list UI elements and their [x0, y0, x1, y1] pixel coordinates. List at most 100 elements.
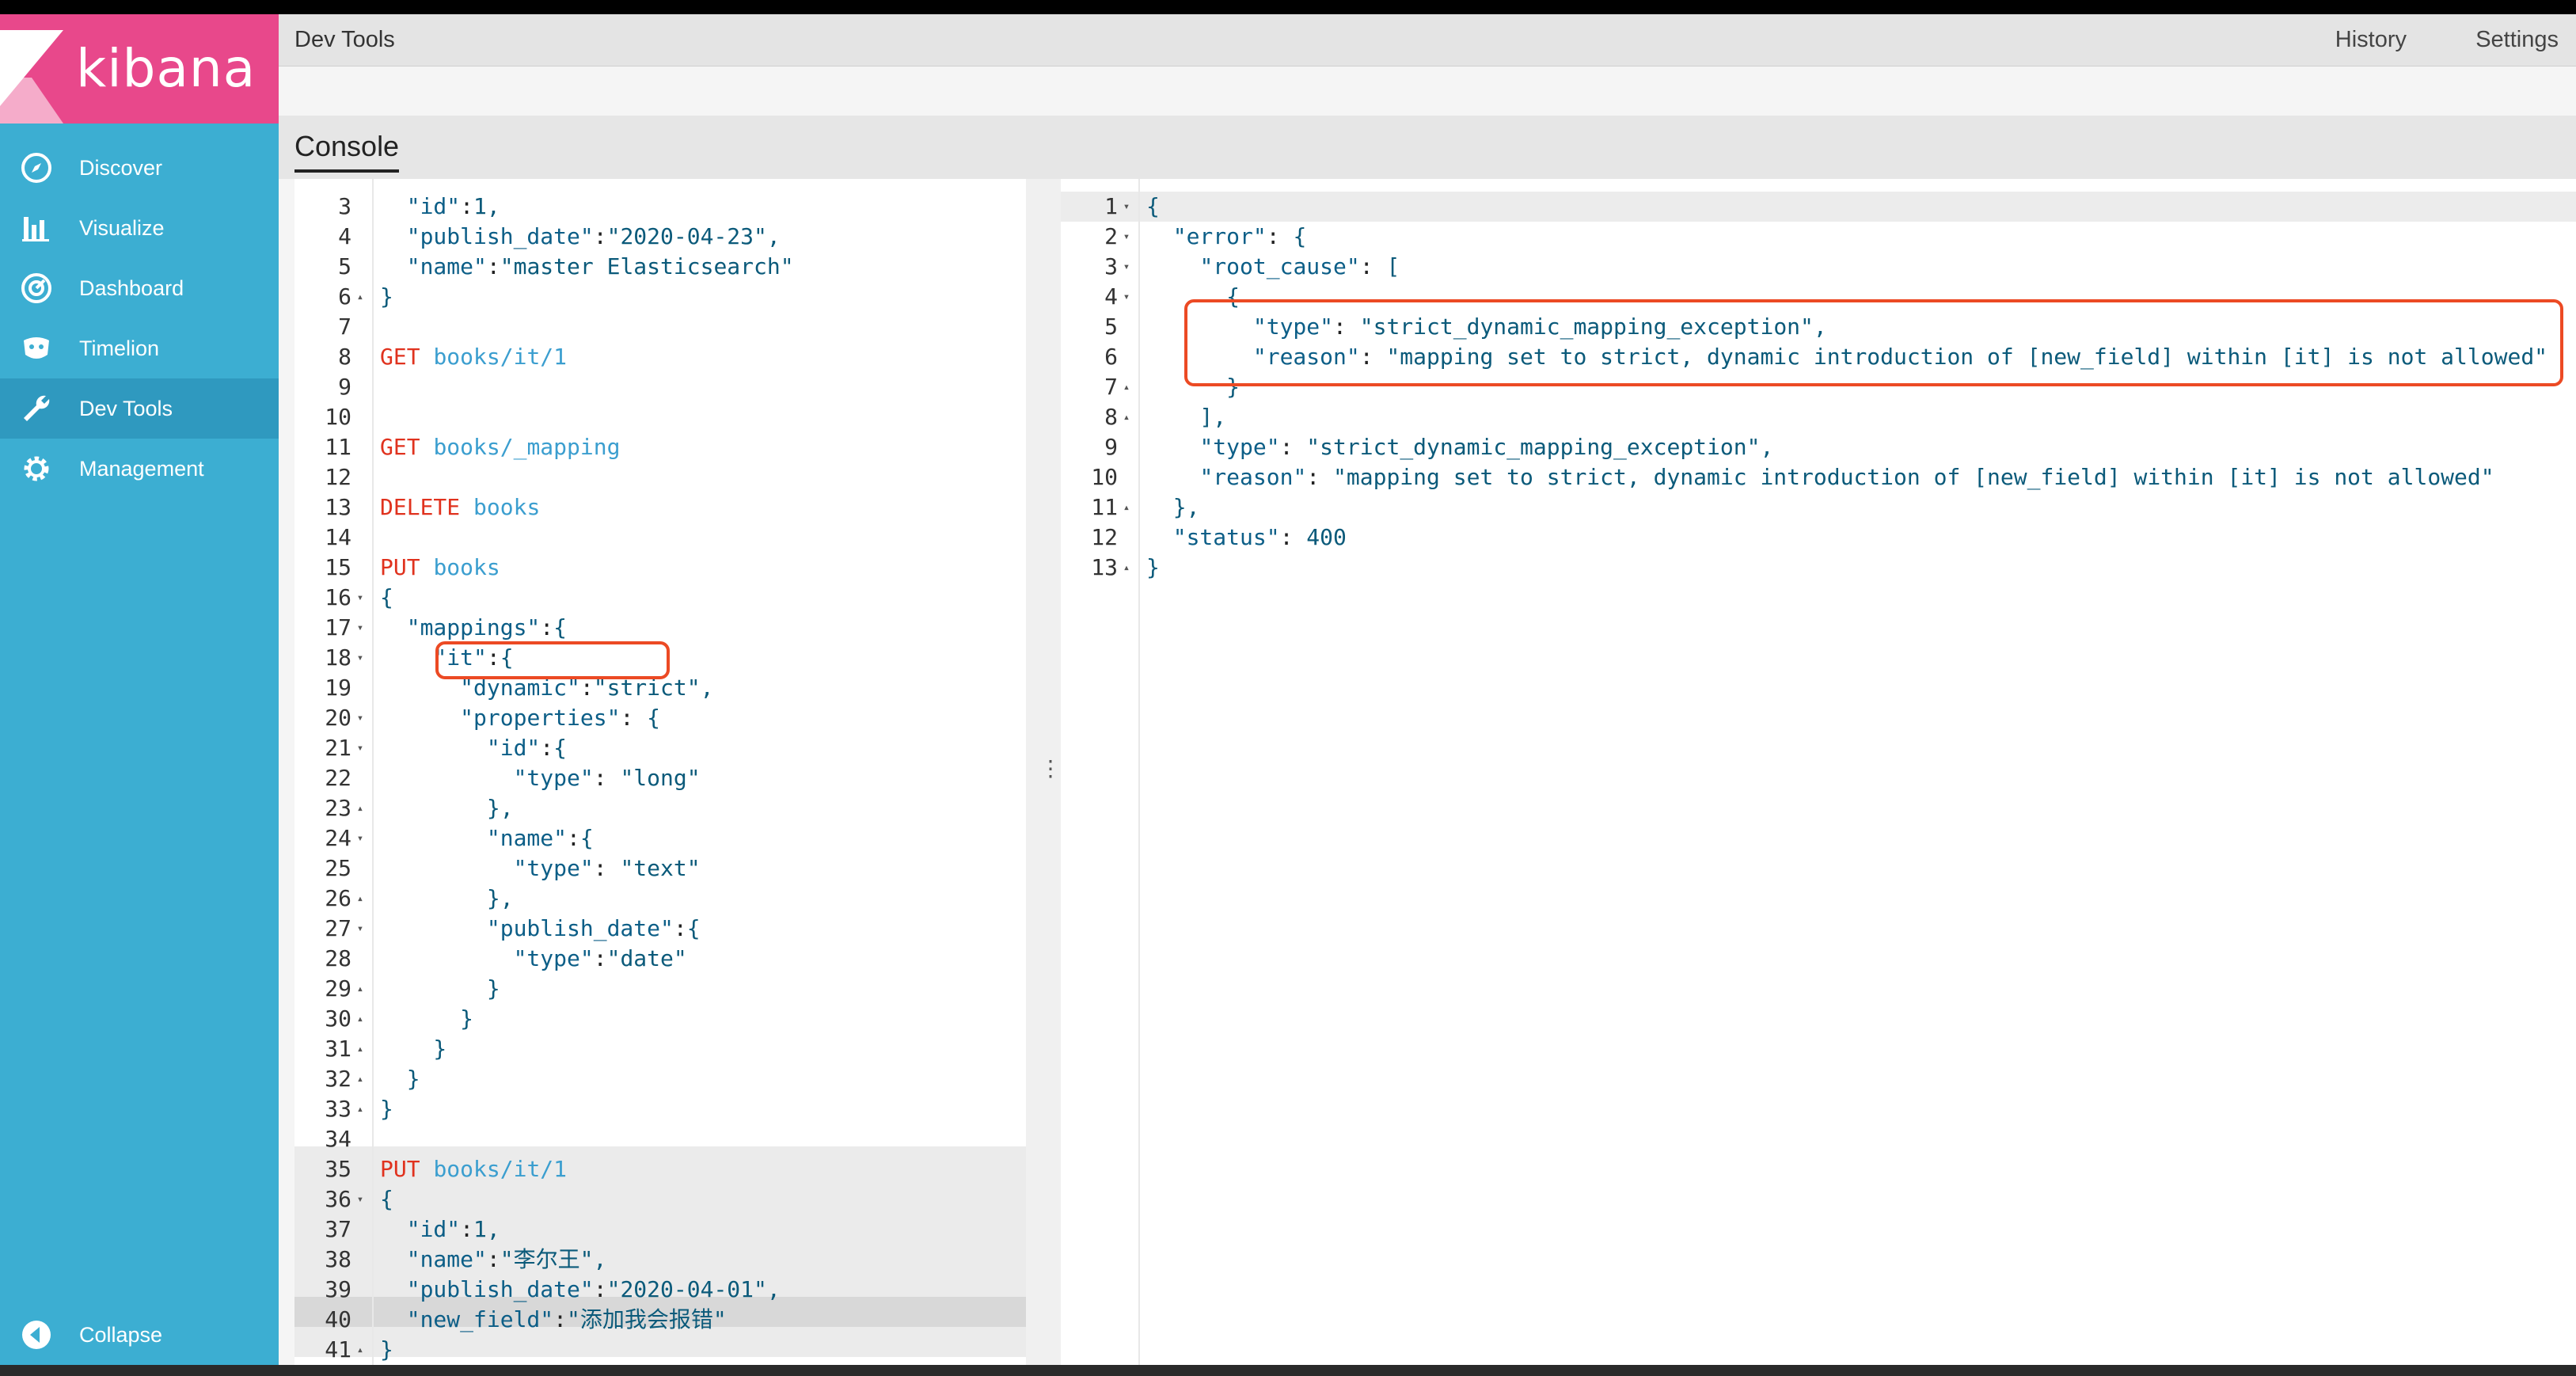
- fold-toggle-icon[interactable]: ▴: [353, 1004, 367, 1034]
- request_editor-line[interactable]: 32 ▴ }: [294, 1064, 1026, 1094]
- fold-toggle-icon[interactable]: ▾: [353, 733, 367, 763]
- line-number: 29: [325, 975, 351, 1002]
- pane-resize-handle[interactable]: ⋮: [1026, 179, 1062, 1365]
- request_editor-line[interactable]: 7: [294, 312, 1026, 342]
- sidebar-item-dashboard[interactable]: Dashboard: [0, 258, 279, 318]
- request_editor-line[interactable]: 35 PUT books/it/1: [294, 1154, 1026, 1184]
- fold-toggle-icon[interactable]: ▾: [353, 583, 367, 613]
- request_editor-line[interactable]: 34: [294, 1124, 1026, 1154]
- fold-toggle-icon[interactable]: ▾: [1119, 192, 1134, 222]
- sidebar-item-visualize[interactable]: Visualize: [0, 198, 279, 258]
- request_editor-line[interactable]: 33 ▴}: [294, 1094, 1026, 1124]
- request_editor-line[interactable]: 8 GET books/it/1: [294, 342, 1026, 372]
- line-number: 27: [325, 915, 351, 941]
- response_editor-line[interactable]: 3 ▾ "root_cause": [: [1061, 252, 2576, 282]
- request_editor-line[interactable]: 9: [294, 372, 1026, 402]
- response_editor-line[interactable]: 12 "status": 400: [1061, 523, 2576, 553]
- fold-toggle-icon[interactable]: ▴: [1119, 492, 1134, 523]
- request_editor-line[interactable]: 26 ▴ },: [294, 884, 1026, 914]
- line-number: 12: [1091, 524, 1118, 550]
- request_editor-line[interactable]: 6 ▴}: [294, 282, 1026, 312]
- settings-link[interactable]: Settings: [2475, 27, 2559, 53]
- request-editor[interactable]: 3 "id":1, 4 "publish_date":"2020-04-23", 5…: [294, 179, 1026, 1365]
- sidebar-item-dev-tools[interactable]: Dev Tools: [0, 378, 279, 439]
- fold-toggle-icon[interactable]: ▴: [353, 1094, 367, 1124]
- response_editor-line[interactable]: 1 ▾ {: [1061, 192, 2576, 222]
- fold-toggle-icon[interactable]: ▴: [1119, 402, 1134, 432]
- request_editor-line[interactable]: 41 ▴}: [294, 1335, 1026, 1365]
- request_editor-line[interactable]: 38 "name":"李尔王",: [294, 1245, 1026, 1275]
- request_editor-line[interactable]: 39 "publish_date":"2020-04-01",: [294, 1275, 1026, 1305]
- sidebar-collapse-button[interactable]: Collapse: [0, 1305, 279, 1365]
- request_editor-line[interactable]: 14: [294, 523, 1026, 553]
- response_editor-line[interactable]: 11 ▴ },: [1061, 492, 2576, 523]
- response_editor-line[interactable]: 9 "type": "strict_dynamic_mapping_except…: [1061, 432, 2576, 462]
- request_editor-line[interactable]: 21 ▾ "id":{: [294, 733, 1026, 763]
- code-text: "type": "strict_dynamic_mapping_exceptio…: [1199, 434, 1774, 460]
- fold-toggle-icon[interactable]: ▴: [353, 1335, 367, 1365]
- request_editor-line[interactable]: 36 ▾ {: [294, 1184, 1026, 1214]
- sidebar-item-management[interactable]: Management: [0, 439, 279, 499]
- fold-toggle-icon[interactable]: ▾: [1119, 222, 1134, 252]
- request_editor-line[interactable]: 24 ▾ "name":{: [294, 823, 1026, 853]
- request_editor-line[interactable]: 37 "id":1,: [294, 1214, 1026, 1245]
- sidebar-item-discover[interactable]: Discover: [0, 138, 279, 198]
- fold-toggle-icon[interactable]: ▴: [353, 1064, 367, 1094]
- request_editor-line[interactable]: 12: [294, 462, 1026, 492]
- request_editor-line[interactable]: 5 "name":"master Elasticsearch": [294, 252, 1026, 282]
- fold-toggle-icon[interactable]: ▾: [353, 613, 367, 643]
- request_editor-line[interactable]: 31 ▴ }: [294, 1034, 1026, 1064]
- response_editor-line[interactable]: 8 ▴ ],: [1061, 402, 2576, 432]
- fold-toggle-icon[interactable]: ▴: [353, 793, 367, 823]
- request_editor-line[interactable]: 3 "id":1,: [294, 192, 1026, 222]
- request_editor-line[interactable]: 20 ▾ "properties": {: [294, 703, 1026, 733]
- request_editor-line[interactable]: 30 ▴ }: [294, 1004, 1026, 1034]
- request_editor-line[interactable]: 23 ▴ },: [294, 793, 1026, 823]
- response-viewer[interactable]: 1 ▾{2 ▾ "error": {3 ▾ "root_cause": [4 ▾ {5 …: [1061, 179, 2576, 1365]
- request_editor-line[interactable]: 27 ▾ "publish_date":{: [294, 914, 1026, 944]
- tab-console[interactable]: Console: [294, 130, 400, 173]
- fold-toggle-icon[interactable]: ▾: [1119, 282, 1134, 312]
- fold-toggle-icon[interactable]: ▾: [353, 643, 367, 673]
- line-number: 8: [338, 344, 351, 370]
- fold-toggle-icon[interactable]: ▾: [353, 1184, 367, 1214]
- fold-toggle-icon[interactable]: ▾: [353, 914, 367, 944]
- request_editor-line[interactable]: 11 GET books/_mapping: [294, 432, 1026, 462]
- fold-toggle-icon[interactable]: ▾: [353, 703, 367, 733]
- fold-toggle-icon[interactable]: ▾: [353, 823, 367, 853]
- request_editor-line[interactable]: 40 "new_field":"添加我会报错": [294, 1305, 1026, 1335]
- request_editor-line[interactable]: 4 "publish_date":"2020-04-23",: [294, 222, 1026, 252]
- request_editor-line[interactable]: 28 "type":"date": [294, 944, 1026, 974]
- fold-toggle-icon[interactable]: ▴: [353, 884, 367, 914]
- request_editor-line[interactable]: 29 ▴ }: [294, 974, 1026, 1004]
- response_editor-line[interactable]: 2 ▾ "error": {: [1061, 222, 2576, 252]
- fold-toggle-icon[interactable]: ▴: [353, 1034, 367, 1064]
- bar-chart-icon: [19, 211, 54, 245]
- fold-toggle-icon[interactable]: ▾: [1119, 252, 1134, 282]
- code-text: "name":"master Elasticsearch": [406, 253, 794, 279]
- sidebar-item-label: Dev Tools: [79, 396, 173, 420]
- line-number: 24: [325, 825, 351, 851]
- line-number: 4: [1104, 283, 1118, 310]
- line-number: 14: [325, 524, 351, 550]
- sidebar-item-timelion[interactable]: Timelion: [0, 318, 279, 378]
- response_editor-line[interactable]: 10 "reason": "mapping set to strict, dyn…: [1061, 462, 2576, 492]
- request_editor-line[interactable]: 25 "type": "text": [294, 853, 1026, 884]
- fold-toggle-icon[interactable]: ▴: [353, 282, 367, 312]
- sidebar-item-label: Discover: [79, 155, 163, 180]
- request_editor-line[interactable]: 10: [294, 402, 1026, 432]
- request_editor-line[interactable]: 22 "type": "long": [294, 763, 1026, 793]
- request_editor-line[interactable]: 13 DELETE books: [294, 492, 1026, 523]
- fold-toggle-icon[interactable]: ▴: [1119, 372, 1134, 402]
- line-number: 5: [338, 253, 351, 279]
- line-number: 13: [325, 494, 351, 520]
- fold-toggle-icon[interactable]: ▴: [353, 974, 367, 1004]
- request_editor-line[interactable]: 16 ▾ {: [294, 583, 1026, 613]
- history-link[interactable]: History: [2335, 27, 2407, 53]
- request-code-lines[interactable]: 3 "id":1, 4 "publish_date":"2020-04-23", 5…: [294, 192, 1026, 1365]
- request_editor-line[interactable]: 17 ▾ "mappings":{: [294, 613, 1026, 643]
- fold-toggle-icon[interactable]: ▴: [1119, 553, 1134, 583]
- request_editor-line[interactable]: 15 PUT books: [294, 553, 1026, 583]
- response_editor-line[interactable]: 13 ▴}: [1061, 553, 2576, 583]
- kibana-logo[interactable]: kibana: [0, 14, 279, 124]
